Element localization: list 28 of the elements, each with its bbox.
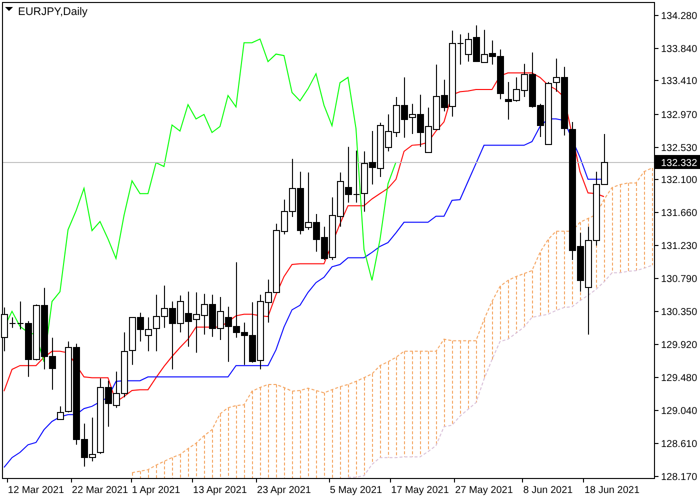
price-label: 131.230 — [661, 241, 698, 252]
price-label: 128.170 — [661, 472, 698, 483]
caret-icon[interactable] — [5, 7, 13, 11]
date-label: 27 May 2021 — [455, 485, 513, 496]
price-label: 133.410 — [661, 76, 698, 87]
date-label: 23 Apr 2021 — [257, 485, 311, 496]
date-label: 5 May 2021 — [330, 485, 382, 496]
price-label: 131.660 — [661, 208, 698, 219]
price-label: 129.920 — [661, 340, 698, 351]
price-label: 132.530 — [661, 143, 698, 154]
date-label: 1 Apr 2021 — [132, 485, 180, 496]
date-label: 18 Jun 2021 — [584, 485, 640, 496]
date-label: 8 Jun 2021 — [523, 485, 573, 496]
price-label: 130.350 — [661, 307, 698, 318]
price-label: 130.790 — [661, 274, 698, 285]
price-label: 132.970 — [661, 110, 698, 121]
date-label: 13 Apr 2021 — [193, 485, 247, 496]
chart-title: EURJPY,Daily — [18, 6, 88, 18]
date-label: 22 Mar 2021 — [72, 485, 128, 496]
current-price-label: 132.332 — [655, 155, 700, 169]
price-label: 134.280 — [661, 11, 698, 22]
date-label: 12 Mar 2021 — [8, 485, 64, 496]
price-label: 132.100 — [661, 175, 698, 186]
price-label: 128.610 — [661, 439, 698, 450]
price-label: 129.040 — [661, 406, 698, 417]
date-label: 17 May 2021 — [391, 485, 449, 496]
price-label: 133.840 — [661, 44, 698, 55]
price-label: 129.480 — [661, 373, 698, 384]
